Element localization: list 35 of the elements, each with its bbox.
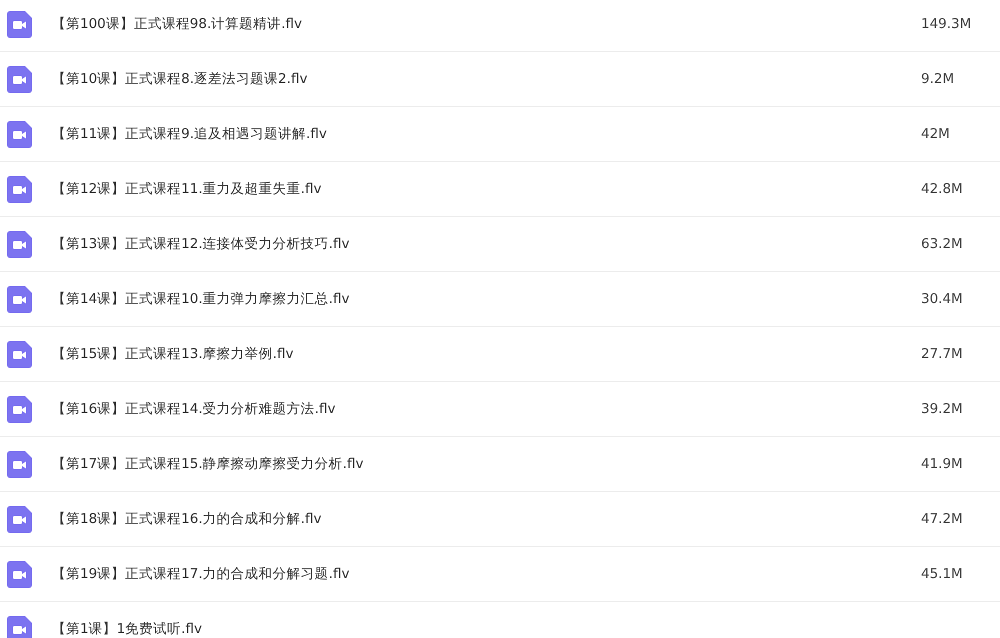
file-size: 149.3M <box>921 16 972 32</box>
file-name[interactable]: 【第100课】正式课程98.计算题精讲.flv <box>52 15 921 33</box>
file-name[interactable]: 【第11课】正式课程9.追及相遇习题讲解.flv <box>52 125 921 143</box>
file-name[interactable]: 【第14课】正式课程10.重力弹力摩擦力汇总.flv <box>52 290 921 308</box>
file-size: 9.2M <box>921 71 956 87</box>
file-size: 30.4M <box>921 291 964 307</box>
video-file-icon <box>7 230 32 258</box>
file-size: 42.8M <box>921 181 964 197</box>
file-name[interactable]: 【第13课】正式课程12.连接体受力分析技巧.flv <box>52 235 921 253</box>
file-size: 42M <box>921 126 951 142</box>
file-name[interactable]: 【第12课】正式课程11.重力及超重失重.flv <box>52 180 921 198</box>
video-file-icon <box>7 616 32 638</box>
file-size: 45.1M <box>921 566 964 582</box>
file-size: 63.2M <box>921 236 964 252</box>
file-name[interactable]: 【第10课】正式课程8.逐差法习题课2.flv <box>52 70 921 88</box>
file-size: 27.7M <box>921 346 964 362</box>
file-name[interactable]: 【第15课】正式课程13.摩擦力举例.flv <box>52 345 921 363</box>
video-file-icon <box>7 120 32 148</box>
video-file-icon <box>7 66 32 92</box>
file-size: 47.2M <box>921 511 964 527</box>
file-name[interactable]: 【第1课】1免费试听.flv <box>52 620 921 638</box>
file-name[interactable]: 【第19课】正式课程17.力的合成和分解习题.flv <box>52 565 921 583</box>
video-file-icon <box>7 10 32 38</box>
file-name[interactable]: 【第17课】正式课程15.静摩擦动摩擦受力分析.flv <box>52 455 921 473</box>
video-file-icon <box>7 450 32 478</box>
video-file-icon <box>7 176 32 202</box>
video-file-icon <box>7 340 32 368</box>
video-file-icon <box>7 506 32 532</box>
file-size: 39.2M <box>921 401 964 417</box>
video-file-icon <box>7 286 32 312</box>
file-name[interactable]: 【第18课】正式课程16.力的合成和分解.flv <box>52 510 921 528</box>
video-file-icon <box>7 560 32 588</box>
file-size: 41.9M <box>921 456 964 472</box>
video-file-icon <box>7 396 32 422</box>
file-name[interactable]: 【第16课】正式课程14.受力分析难题方法.flv <box>52 400 921 418</box>
